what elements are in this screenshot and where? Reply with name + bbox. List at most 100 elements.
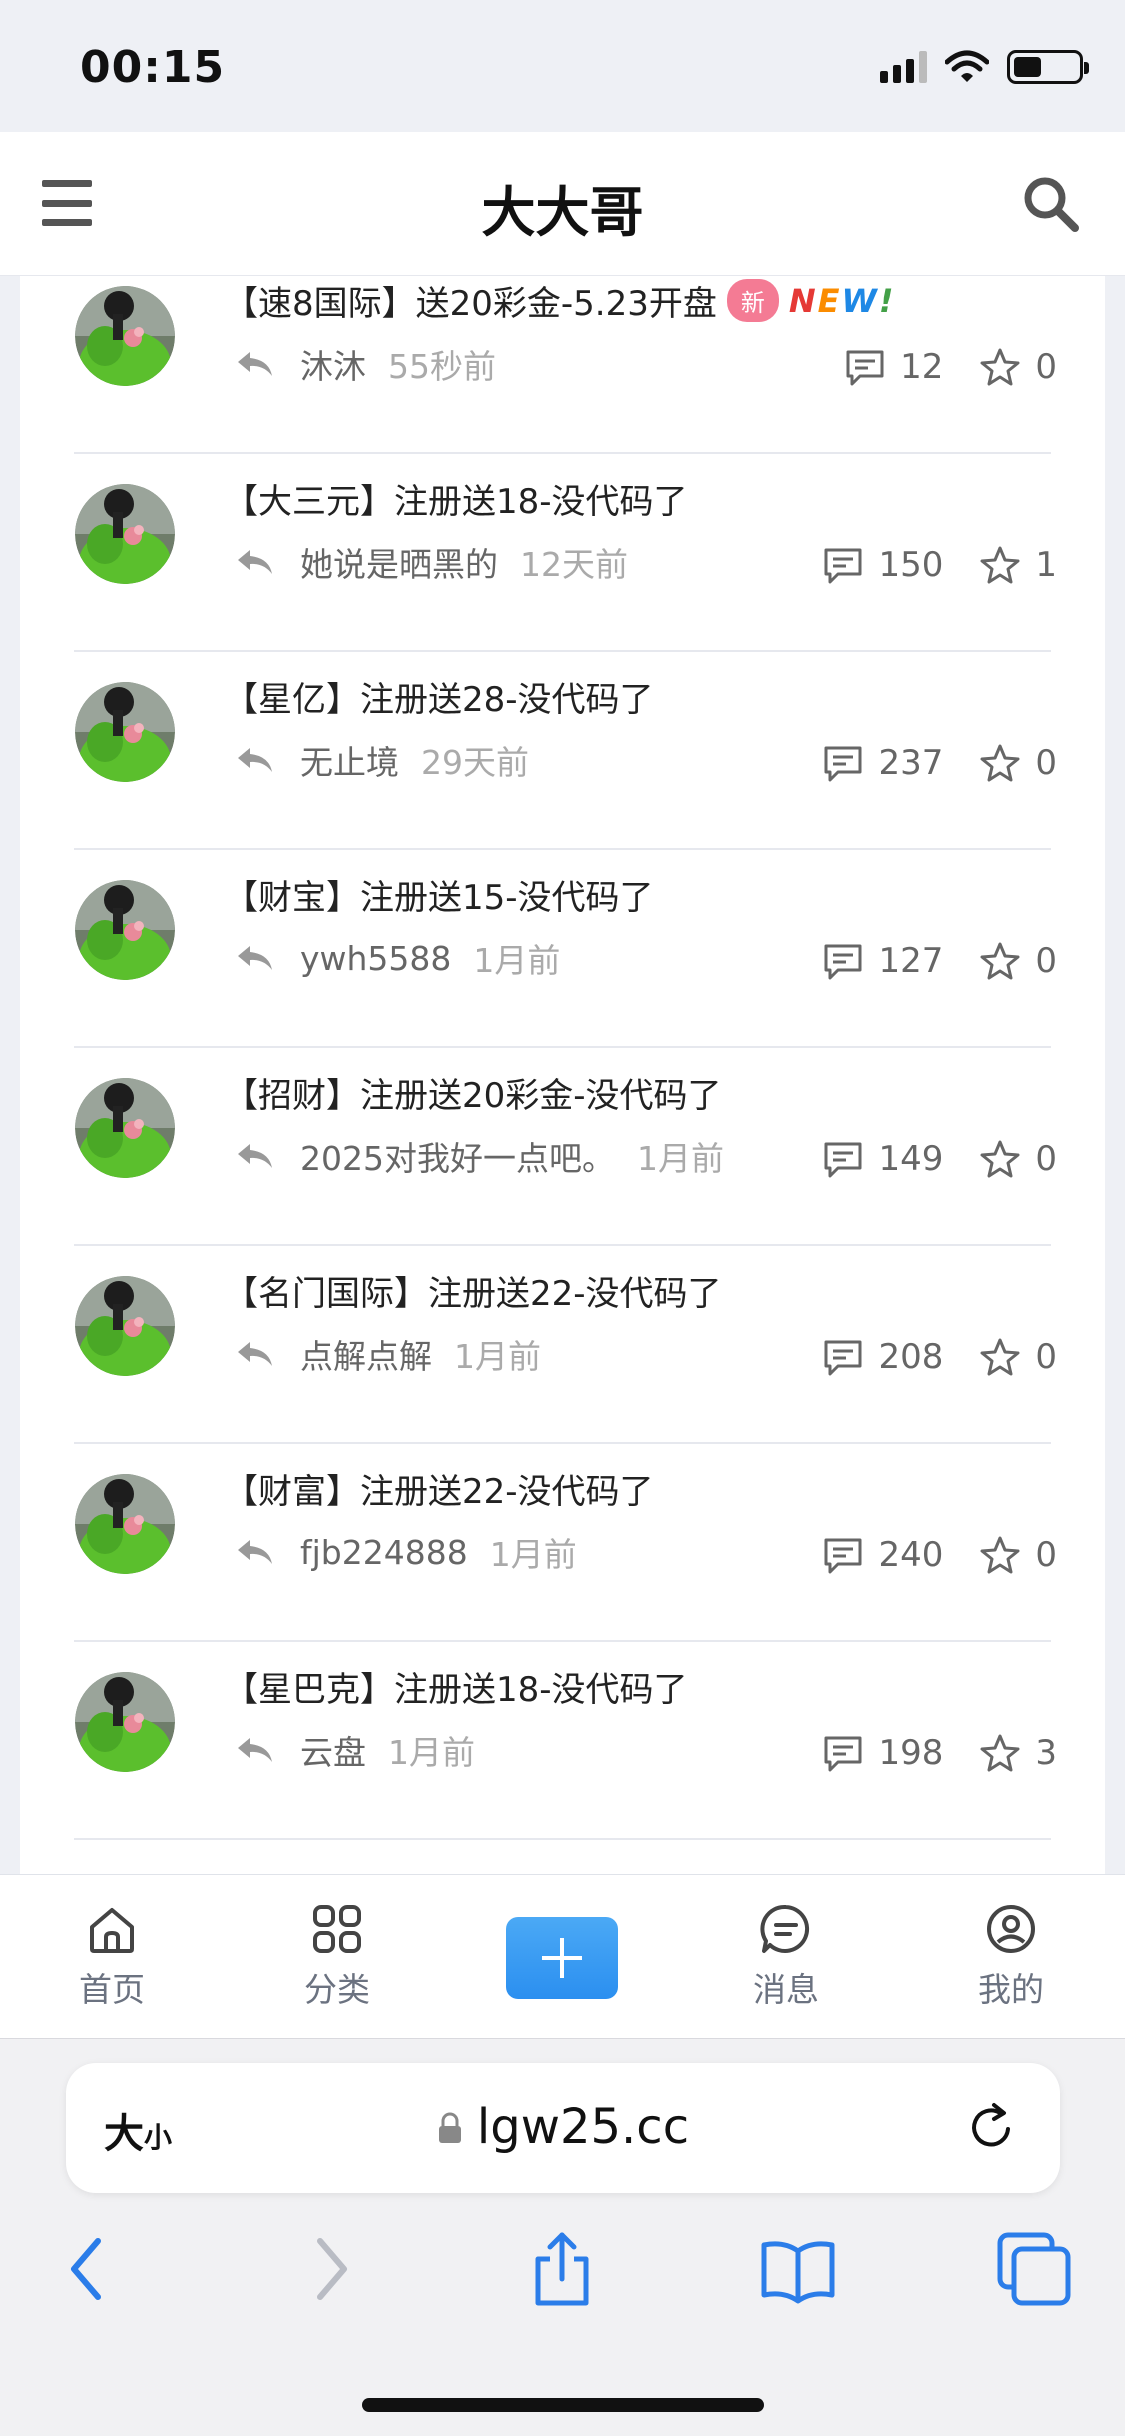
tab-category[interactable]: 分类: [277, 1901, 397, 2011]
reply-author[interactable]: 云盘: [300, 1726, 366, 1774]
favorite-count-value: 0: [1035, 941, 1057, 981]
comment-count-value: 240: [878, 1535, 944, 1575]
avatar[interactable]: [75, 286, 175, 386]
thread-title-row: 【星巴克】注册送18-没代码了: [224, 1662, 688, 1711]
thread-stats: 149 0: [822, 1138, 1057, 1180]
star-icon: [980, 348, 1020, 386]
screen: 00:15 大大哥 【速8国际】送20彩金-5.23开盘新 NEW! 沐沐 55秒前 1…: [0, 0, 1125, 2436]
favorite-count[interactable]: 0: [979, 1138, 1057, 1180]
thread-stats: 150 1: [822, 544, 1057, 586]
comment-count-value: 237: [878, 743, 944, 783]
thread-title-row: 【财宝】注册送15-没代码了: [224, 870, 654, 919]
thread-title[interactable]: 【财宝】注册送15-没代码了: [224, 870, 654, 919]
app-header: 大大哥: [0, 132, 1125, 276]
lock-icon: [438, 2112, 461, 2143]
last-reply: ywh5588 1月前: [234, 934, 560, 982]
favorite-count[interactable]: 3: [979, 1732, 1057, 1774]
thread-list-item[interactable]: 【大三元】注册送18-没代码了 她说是晒黑的 12天前 150 1: [20, 454, 1105, 652]
comment-icon: [824, 548, 862, 584]
thread-title[interactable]: 【星亿】注册送28-没代码了: [224, 672, 654, 721]
thread-list-item[interactable]: 【财宝】注册送15-没代码了 ywh5588 1月前 127 0: [20, 850, 1105, 1048]
favorite-count[interactable]: 0: [979, 940, 1057, 982]
reply-time: 1月前: [454, 1337, 541, 1376]
avatar[interactable]: [75, 1078, 175, 1178]
battery-icon: [1007, 50, 1089, 84]
tab-category-label: 分类: [304, 1970, 370, 2009]
avatar[interactable]: [75, 1672, 175, 1772]
favorite-count[interactable]: 0: [979, 346, 1057, 388]
reply-author[interactable]: ywh5588: [300, 939, 451, 978]
star-icon: [980, 1734, 1020, 1772]
star-icon: [980, 546, 1020, 584]
thread-title[interactable]: 【招财】注册送20彩金-没代码了: [224, 1068, 722, 1117]
reply-author[interactable]: 她说是晒黑的: [300, 538, 498, 586]
status-bar: 00:15: [0, 0, 1125, 132]
reply-author[interactable]: 沐沐: [300, 340, 366, 388]
bookmarks-icon[interactable]: [758, 2229, 838, 2309]
comment-count-value: 150: [878, 545, 944, 585]
star-icon: [980, 942, 1020, 980]
thread-list-item[interactable]: 【星亿】注册送28-没代码了无止境 29天前 237 0: [20, 652, 1105, 850]
comment-icon: [824, 746, 862, 782]
search-icon[interactable]: [1021, 174, 1081, 234]
avatar[interactable]: [75, 484, 175, 584]
reply-author[interactable]: 2025对我好一点吧。: [300, 1132, 615, 1180]
reply-time: 1月前: [489, 1535, 577, 1574]
last-reply: 无止境 29天前: [234, 736, 529, 784]
favorite-count[interactable]: 0: [979, 742, 1057, 784]
tab-messages[interactable]: 消息: [726, 1901, 846, 2011]
avatar[interactable]: [75, 1474, 175, 1574]
thread-title-row: 【招财】注册送20彩金-没代码了: [224, 1068, 722, 1117]
thread-stats: 12 0: [844, 346, 1057, 388]
favorite-count[interactable]: 1: [979, 544, 1057, 586]
comment-count-value: 127: [878, 941, 944, 981]
favorite-count[interactable]: 0: [979, 1336, 1057, 1378]
tab-home[interactable]: 首页: [52, 1901, 172, 2011]
reply-time: 12天前: [520, 545, 628, 584]
last-reply: 云盘 1月前: [234, 1726, 475, 1774]
reply-arrow-icon: [238, 1144, 272, 1168]
thread-list-item[interactable]: 【招财】注册送20彩金-没代码了 2025对我好一点吧。 1月前 149 0: [20, 1048, 1105, 1246]
reply-author[interactable]: 点解点解: [300, 1330, 432, 1378]
favorite-count[interactable]: 0: [979, 1534, 1057, 1576]
avatar[interactable]: [75, 1276, 175, 1376]
thread-title-row: 【速8国际】送20彩金-5.23开盘新 NEW!: [224, 276, 895, 325]
back-arrow-icon[interactable]: [46, 2229, 126, 2309]
last-reply: 点解点解 1月前: [234, 1330, 541, 1378]
thread-list-item[interactable]: 【财富】注册送22-没代码了 fjb224888 1月前 240 0: [20, 1444, 1105, 1642]
reply-author[interactable]: 无止境: [300, 736, 399, 784]
divider: [74, 1838, 1051, 1840]
thread-title-row: 【财富】注册送22-没代码了: [224, 1464, 654, 1513]
add-post-button[interactable]: [506, 1917, 618, 1999]
thread-list: 【速8国际】送20彩金-5.23开盘新 NEW! 沐沐 55秒前 12 0 【大三元】注册送…: [20, 276, 1105, 1874]
thread-list-item[interactable]: 【速8国际】送20彩金-5.23开盘新 NEW! 沐沐 55秒前 12 0: [20, 276, 1105, 454]
avatar[interactable]: [75, 880, 175, 980]
thread-title[interactable]: 【星巴克】注册送18-没代码了: [224, 1662, 688, 1711]
thread-list-item[interactable]: 【星巴克】注册送18-没代码了 云盘 1月前 198 3: [20, 1642, 1105, 1840]
thread-title[interactable]: 【名门国际】注册送22-没代码了: [224, 1266, 722, 1315]
url-display[interactable]: lgw25.cc: [66, 2099, 1060, 2155]
thread-title[interactable]: 【大三元】注册送18-没代码了: [224, 474, 688, 523]
user-circle-icon: [987, 1905, 1035, 1953]
tab-mine[interactable]: 我的: [951, 1901, 1071, 2011]
share-icon[interactable]: [522, 2229, 602, 2309]
cellular-signal-icon: [880, 51, 927, 83]
favorite-count-value: 1: [1035, 545, 1057, 585]
new-tag: NEW!: [788, 281, 896, 320]
thread-stats: 208 0: [822, 1336, 1057, 1378]
thread-title-row: 【名门国际】注册送22-没代码了: [224, 1266, 722, 1315]
thread-title[interactable]: 【财富】注册送22-没代码了: [224, 1464, 654, 1513]
last-reply: 她说是晒黑的 12天前: [234, 538, 628, 586]
forward-arrow-icon[interactable]: [292, 2229, 372, 2309]
address-bar[interactable]: 大小 lgw25.cc: [66, 2063, 1060, 2193]
avatar[interactable]: [75, 682, 175, 782]
comment-count: 127: [822, 940, 943, 982]
last-reply: 沐沐 55秒前: [234, 340, 496, 388]
thread-list-item[interactable]: 【名门国际】注册送22-没代码了点解点解 1月前 208 0: [20, 1246, 1105, 1444]
status-icons: [880, 50, 1089, 84]
tabs-icon[interactable]: [994, 2229, 1074, 2309]
reply-author[interactable]: fjb224888: [300, 1533, 468, 1572]
favorite-count-value: 0: [1035, 347, 1057, 387]
reload-icon[interactable]: [964, 2099, 1020, 2155]
thread-title[interactable]: 【速8国际】送20彩金-5.23开盘: [224, 276, 717, 325]
